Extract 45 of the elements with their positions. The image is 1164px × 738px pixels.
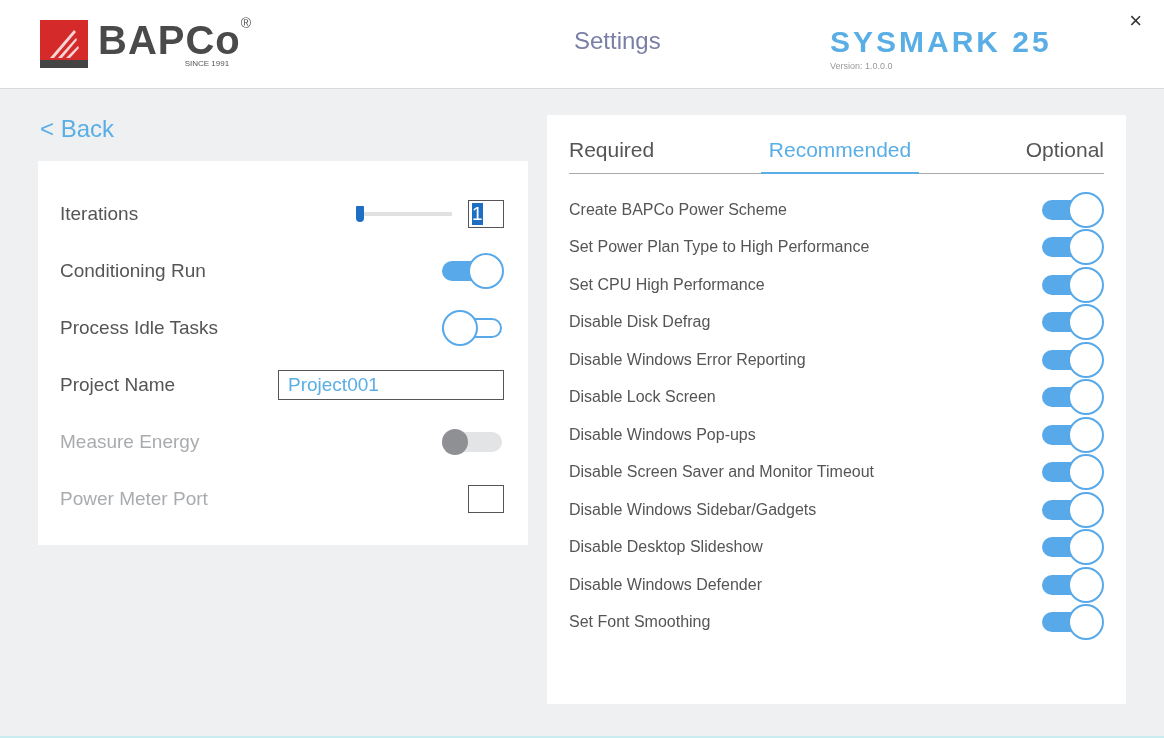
option-label: Disable Disk Defrag — [569, 313, 711, 332]
toggle-switch[interactable] — [1042, 228, 1104, 267]
option-label: Disable Windows Defender — [569, 575, 762, 594]
toggle-switch[interactable] — [442, 308, 504, 347]
option-label: Disable Desktop Slideshow — [569, 538, 763, 557]
port-field[interactable] — [468, 484, 504, 513]
option-label: Disable Lock Screen — [569, 388, 716, 407]
setting-label: Project Name — [60, 373, 176, 396]
setting-label: Power Meter Port — [60, 487, 208, 510]
toggle-switch[interactable] — [1042, 565, 1104, 604]
option-label: Set Font Smoothing — [569, 613, 711, 632]
iterations-field[interactable]: 1 — [468, 199, 504, 228]
toggle-switch[interactable] — [1042, 340, 1104, 379]
setting-label: Conditioning Run — [60, 259, 206, 282]
setting-label: Iterations — [60, 202, 139, 225]
option-label: Create BAPCo Power Scheme — [569, 200, 787, 219]
toggle-switch[interactable] — [1042, 490, 1104, 529]
toggle-switch[interactable] — [1042, 453, 1104, 492]
toggle-switch[interactable] — [442, 251, 504, 290]
close-button[interactable]: × — [1129, 8, 1142, 34]
toggle-switch[interactable] — [1042, 378, 1104, 417]
registered-mark: ® — [240, 14, 252, 31]
option-label: Disable Screen Saver and Monitor Timeout — [569, 463, 875, 482]
setting-label: Measure Energy — [60, 430, 200, 453]
toggle-switch[interactable] — [1042, 190, 1104, 229]
toggle-switch[interactable] — [1042, 303, 1104, 342]
version-text: Version: 1.0.0.0 — [830, 61, 894, 71]
tab[interactable]: Optional — [1025, 127, 1104, 174]
option-label: Set Power Plan Type to High Performance — [569, 238, 870, 257]
toggle-switch[interactable] — [1042, 603, 1104, 642]
toggle-switch[interactable] — [1042, 415, 1104, 454]
logo-tagline: SINCE 1991 — [184, 58, 230, 68]
logo-icon — [40, 20, 88, 68]
product-logo: SYSMARK 25 — [830, 25, 1052, 59]
slider-thumb[interactable] — [356, 205, 364, 222]
logo-text: BAPCo — [98, 20, 241, 59]
option-label: Disable Windows Sidebar/Gadgets — [569, 500, 817, 519]
option-label: Disable Windows Pop-ups — [569, 425, 756, 444]
setting-label: Process Idle Tasks — [60, 316, 219, 339]
tab[interactable]: Required — [569, 127, 655, 174]
page-title: Settings — [574, 27, 662, 55]
option-label: Disable Windows Error Reporting — [569, 350, 806, 369]
toggle-switch[interactable] — [1042, 528, 1104, 567]
option-label: Set CPU High Performance — [569, 275, 765, 294]
toggle-switch[interactable] — [1042, 265, 1104, 304]
